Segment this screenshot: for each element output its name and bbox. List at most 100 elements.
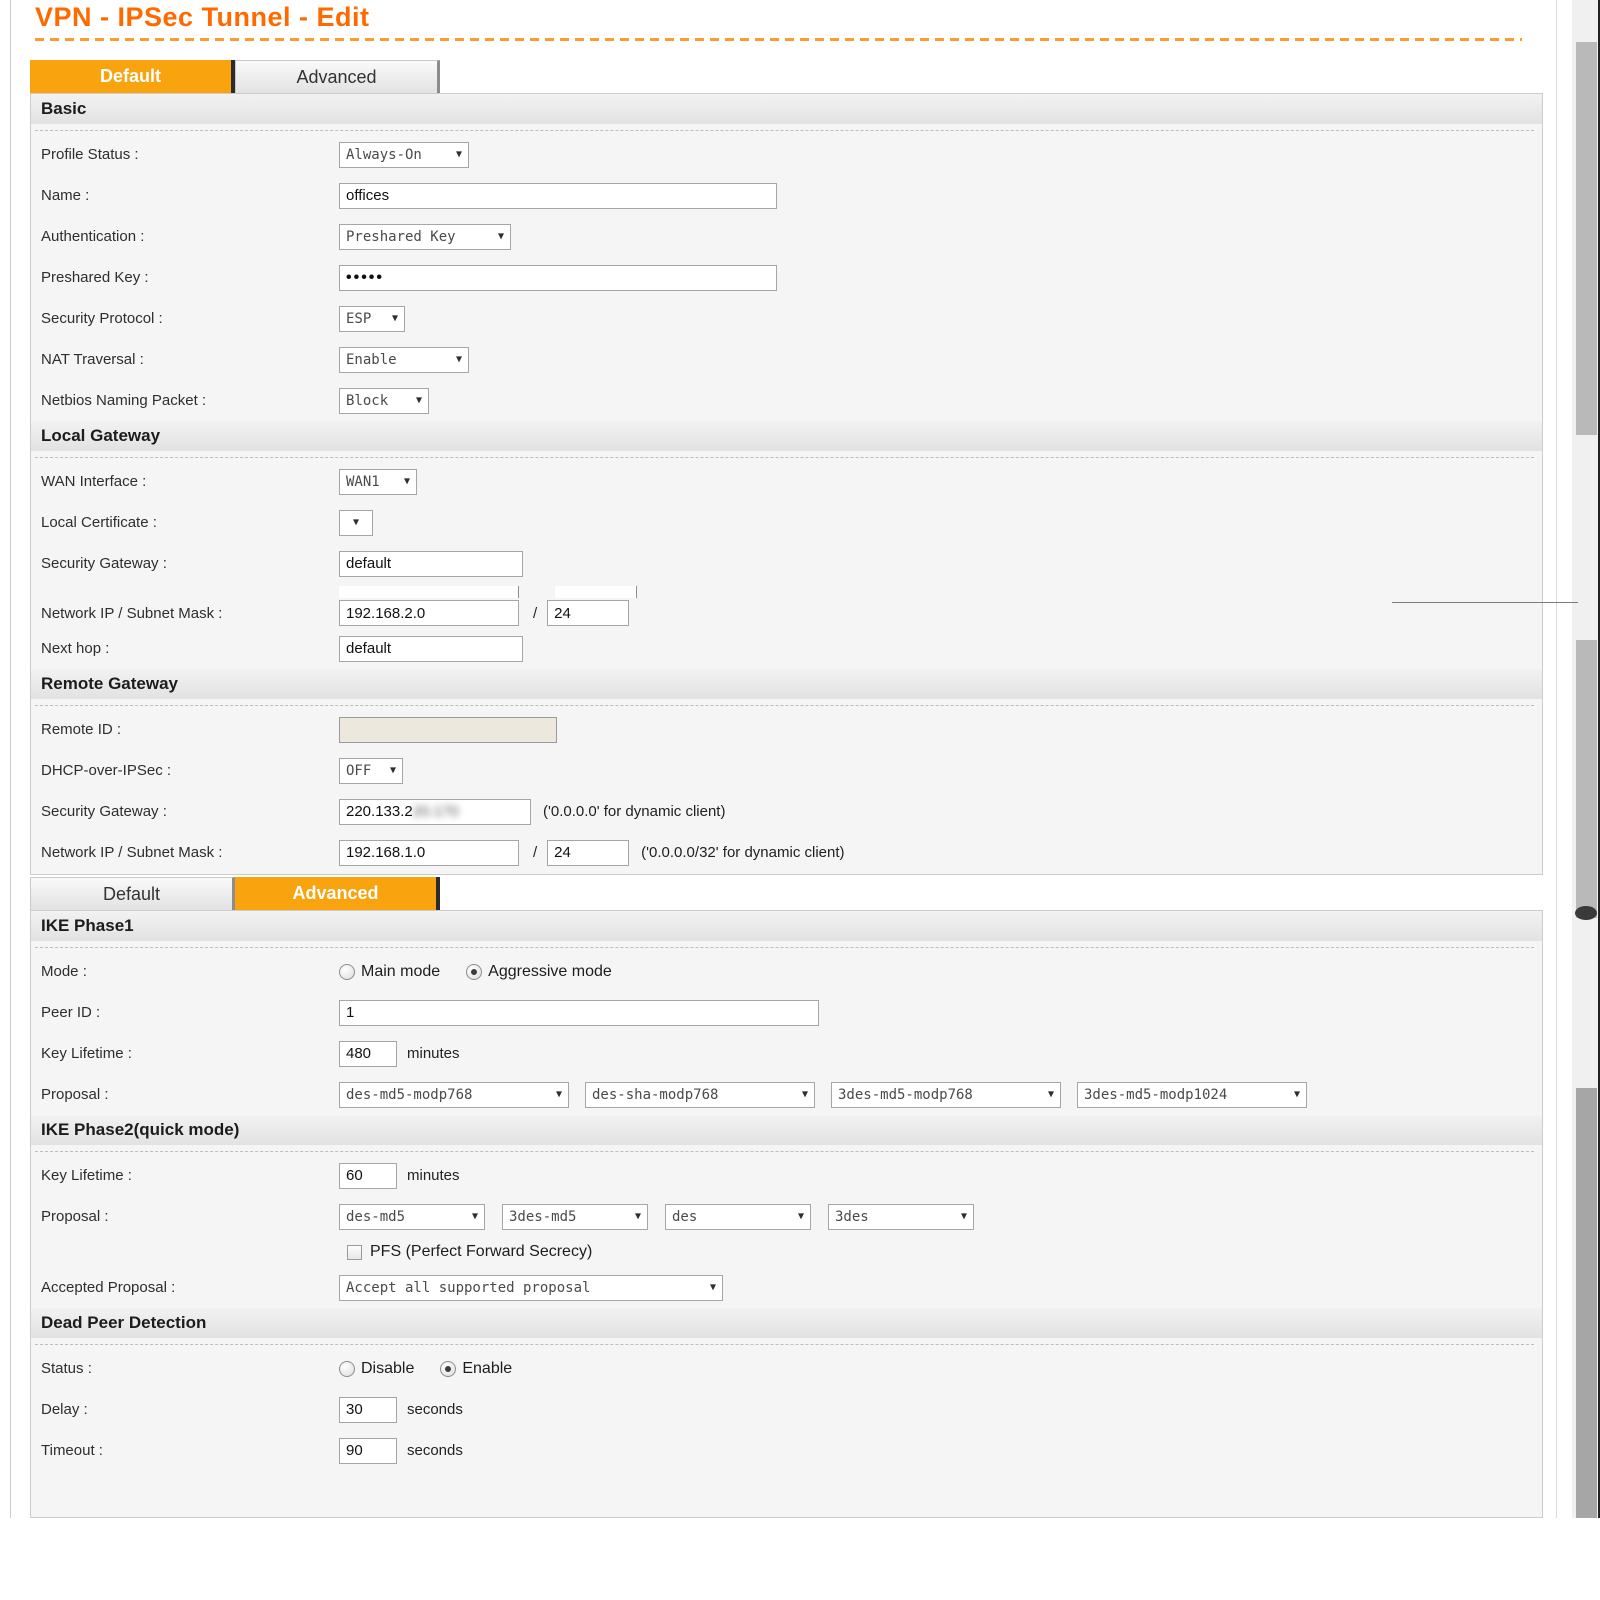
field-label: Network IP / Subnet Mask :	[41, 844, 339, 861]
remote-security-gateway-input[interactable]: 220.133.220.170	[339, 799, 531, 825]
dhcp-over-ipsec-select[interactable]: OFF ▼	[339, 758, 403, 784]
dropdown-arrow-icon: ▼	[802, 1089, 808, 1100]
dropdown-arrow-icon: ▼	[416, 395, 422, 406]
field-row-wan-interface: WAN Interface : WAN1 ▼	[31, 461, 1542, 502]
section-header-basic: Basic	[31, 94, 1542, 124]
next-hop-input[interactable]	[339, 636, 523, 662]
radio-option-enable[interactable]: Enable	[440, 1360, 512, 1378]
field-label: Next hop :	[41, 640, 339, 657]
accepted-proposal-select[interactable]: Accept all supported proposal ▼	[339, 1275, 723, 1301]
field-label: Authentication :	[41, 228, 339, 245]
field-label: Security Protocol :	[41, 310, 339, 327]
pfs-checkbox[interactable]	[347, 1245, 362, 1260]
tab-default[interactable]: Default	[30, 877, 235, 910]
dropdown-arrow-icon: ▼	[635, 1211, 641, 1222]
divider	[35, 705, 1534, 706]
preshared-key-input[interactable]	[339, 265, 777, 291]
local-network-ip-input[interactable]	[339, 600, 519, 626]
field-label: NAT Traversal :	[41, 351, 339, 368]
dropdown-arrow-icon: ▼	[404, 476, 410, 487]
p1-proposal-select-1[interactable]: des-md5-modp768 ▼	[339, 1082, 569, 1108]
cropped-input-artifact	[555, 586, 637, 598]
unit-label: minutes	[407, 1045, 460, 1062]
hint-text: ('0.0.0.0' for dynamic client)	[543, 803, 725, 820]
p1-key-lifetime-input[interactable]	[339, 1041, 397, 1067]
dropdown-arrow-icon: ▼	[1048, 1089, 1054, 1100]
tab-default[interactable]: Default	[30, 60, 235, 93]
field-row-nat-traversal: NAT Traversal : Enable ▼	[31, 339, 1542, 380]
radio-checked-icon[interactable]	[466, 964, 482, 980]
scrollbar-thumb-top[interactable]	[1576, 42, 1597, 435]
local-subnet-mask-input[interactable]	[547, 600, 629, 626]
wan-interface-select[interactable]: WAN1 ▼	[339, 469, 417, 495]
redacted-text: 20.170	[413, 803, 459, 820]
field-row-local-security-gateway: Security Gateway :	[31, 543, 1542, 584]
delay-input[interactable]	[339, 1397, 397, 1423]
timeout-input[interactable]	[339, 1438, 397, 1464]
name-input[interactable]	[339, 183, 777, 209]
field-row-authentication: Authentication : Preshared Key ▼	[31, 216, 1542, 257]
field-row-p2-key-lifetime: Key Lifetime : minutes	[31, 1155, 1542, 1196]
field-row-p1-key-lifetime: Key Lifetime : minutes	[31, 1033, 1542, 1074]
title-divider	[35, 38, 1522, 41]
radio-option-main-mode[interactable]: Main mode	[339, 963, 440, 981]
content-right-border	[1556, 0, 1557, 1518]
field-row-delay: Delay : seconds	[31, 1389, 1542, 1430]
tab-advanced[interactable]: Advanced	[235, 60, 440, 93]
field-row-accepted-proposal: Accepted Proposal : Accept all supported…	[31, 1267, 1542, 1308]
remote-network-ip-input[interactable]	[339, 840, 519, 866]
p2-proposal-select-1[interactable]: des-md5 ▼	[339, 1204, 485, 1230]
radio-option-disable[interactable]: Disable	[339, 1360, 414, 1378]
dropdown-arrow-icon: ▼	[392, 313, 398, 324]
peer-id-input[interactable]	[339, 1000, 819, 1026]
stitch-artifact-line	[1392, 602, 1578, 603]
security-protocol-select[interactable]: ESP ▼	[339, 306, 405, 332]
radio-checked-icon[interactable]	[440, 1361, 456, 1377]
field-row-timeout: Timeout : seconds	[31, 1430, 1542, 1471]
field-row-p2-proposal: Proposal : des-md5 ▼ 3des-md5 ▼ des ▼ 3d…	[31, 1196, 1542, 1237]
dropdown-arrow-icon: ▼	[498, 231, 504, 242]
field-label: Delay :	[41, 1401, 339, 1418]
tabbar-default-view: Default Advanced	[30, 60, 440, 93]
radio-unchecked-icon[interactable]	[339, 1361, 355, 1377]
radio-unchecked-icon[interactable]	[339, 964, 355, 980]
remote-subnet-mask-input[interactable]	[547, 840, 629, 866]
dropdown-arrow-icon: ▼	[710, 1282, 716, 1293]
dropdown-arrow-icon: ▼	[1294, 1089, 1300, 1100]
field-row-netbios: Netbios Naming Packet : Block ▼	[31, 380, 1542, 421]
p2-proposal-select-4[interactable]: 3des ▼	[828, 1204, 974, 1230]
netbios-select[interactable]: Block ▼	[339, 388, 429, 414]
field-label: DHCP-over-IPSec :	[41, 762, 339, 779]
local-certificate-select[interactable]: ▼	[339, 510, 373, 536]
unit-label: seconds	[407, 1401, 463, 1418]
section-header-ike-phase2: IKE Phase2(quick mode)	[31, 1115, 1542, 1145]
field-label: Status :	[41, 1360, 339, 1377]
p2-proposal-select-2[interactable]: 3des-md5 ▼	[502, 1204, 648, 1230]
p1-proposal-select-3[interactable]: 3des-md5-modp768 ▼	[831, 1082, 1061, 1108]
authentication-select[interactable]: Preshared Key ▼	[339, 224, 511, 250]
field-row-name: Name :	[31, 175, 1542, 216]
remote-id-input	[339, 717, 557, 743]
field-row-dpd-status: Status : Disable Enable	[31, 1348, 1542, 1389]
field-row-remote-id: Remote ID :	[31, 709, 1542, 750]
field-label: Preshared Key :	[41, 269, 339, 286]
p1-proposal-select-2[interactable]: des-sha-modp768 ▼	[585, 1082, 815, 1108]
page-left-border	[10, 0, 11, 1518]
p2-key-lifetime-input[interactable]	[339, 1163, 397, 1189]
p1-proposal-select-4[interactable]: 3des-md5-modp1024 ▼	[1077, 1082, 1307, 1108]
divider	[35, 1151, 1534, 1152]
field-row-next-hop: Next hop :	[31, 628, 1542, 669]
tab-advanced[interactable]: Advanced	[235, 877, 440, 910]
scrollbar-thumb-middle[interactable]	[1576, 640, 1597, 918]
radio-option-aggressive-mode[interactable]: Aggressive mode	[466, 963, 612, 981]
stitch-dark-blob	[1575, 906, 1597, 920]
local-security-gateway-input[interactable]	[339, 551, 523, 577]
scrollbar-thumb-bottom[interactable]	[1576, 1088, 1597, 1518]
field-row-remote-network: Network IP / Subnet Mask : / ('0.0.0.0/3…	[31, 832, 1542, 873]
p2-proposal-select-3[interactable]: des ▼	[665, 1204, 811, 1230]
profile-status-select[interactable]: Always-On ▼	[339, 142, 469, 168]
unit-label: seconds	[407, 1442, 463, 1459]
panel-default: Basic Profile Status : Always-On ▼ Name …	[30, 93, 1543, 875]
hint-text: ('0.0.0.0/32' for dynamic client)	[641, 844, 844, 861]
nat-traversal-select[interactable]: Enable ▼	[339, 347, 469, 373]
